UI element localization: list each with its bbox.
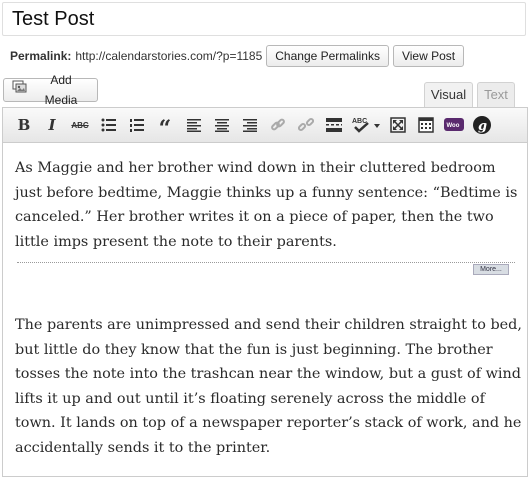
svg-text:g: g — [478, 119, 487, 134]
editor: B I ABC “ ABC Woo g As Maggie and her br… — [2, 107, 528, 477]
blockquote-icon[interactable]: “ — [154, 113, 176, 142]
insert-more-icon[interactable] — [323, 113, 345, 137]
align-left-icon[interactable] — [183, 113, 205, 137]
media-icon — [12, 80, 28, 100]
more-tag[interactable]: More... — [473, 264, 509, 275]
permalink-row: Permalink: http://calendarstories.com/?p… — [10, 44, 465, 68]
woocommerce-icon[interactable]: Woo — [443, 113, 465, 137]
align-right-icon[interactable] — [239, 113, 261, 137]
content-paragraph: As Maggie and her brother wind down in t… — [15, 160, 518, 250]
tab-visual[interactable]: Visual — [424, 82, 473, 107]
more-divider — [17, 262, 515, 263]
post-title-input[interactable]: Test Post — [2, 2, 526, 36]
plugin-icon[interactable]: g — [471, 113, 493, 137]
editor-content[interactable]: As Maggie and her brother wind down in t… — [15, 156, 525, 254]
strikethrough-icon[interactable]: ABC — [69, 113, 91, 137]
bullet-list-icon[interactable] — [98, 113, 120, 137]
spellcheck-icon[interactable]: ABC — [351, 113, 383, 137]
editor-content-2[interactable]: The parents are unimpressed and send the… — [15, 313, 525, 460]
unlink-icon[interactable] — [295, 113, 317, 137]
fullscreen-icon[interactable] — [387, 113, 409, 137]
permalink-label: Permalink: — [10, 49, 72, 63]
view-post-button[interactable]: View Post — [392, 45, 465, 67]
kitchen-sink-icon[interactable] — [415, 113, 437, 137]
italic-icon[interactable]: I — [41, 113, 63, 137]
permalink-url[interactable]: http://calendarstories.com/?p=1185 — [75, 49, 262, 63]
change-permalinks-button[interactable]: Change Permalinks — [266, 45, 389, 67]
add-media-label: Add Media — [44, 73, 78, 107]
bold-icon[interactable]: B — [13, 113, 35, 137]
editor-toolbar: B I ABC “ ABC Woo g — [3, 108, 527, 143]
add-media-button[interactable]: Add Media — [3, 73, 98, 107]
content-paragraph: The parents are unimpressed and send the… — [15, 317, 522, 456]
align-center-icon[interactable] — [211, 113, 233, 137]
tab-text[interactable]: Text — [477, 82, 515, 107]
numbered-list-icon[interactable] — [126, 113, 148, 137]
link-icon[interactable] — [267, 113, 289, 137]
svg-text:Woo: Woo — [447, 123, 460, 129]
svg-text:ABC: ABC — [352, 118, 367, 125]
